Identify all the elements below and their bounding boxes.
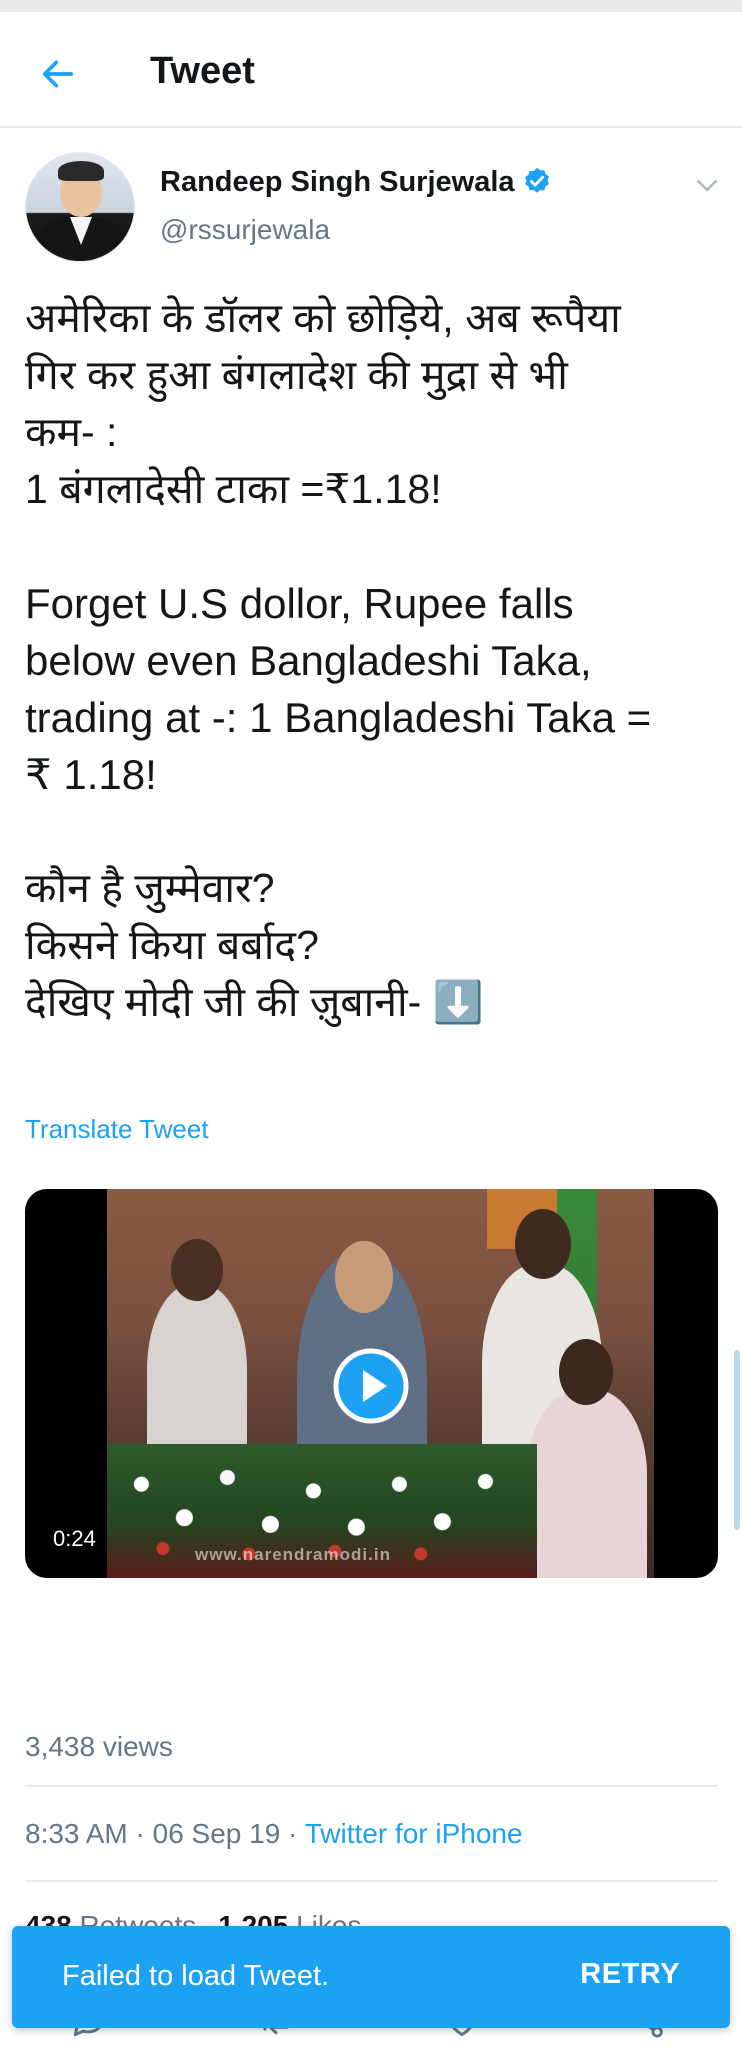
video-duration: 0:24 [43, 1522, 106, 1556]
tweet-text-line: देखिए मोदी जी की ज़ुबानी- ⬇️ [25, 979, 484, 1025]
tweet-text-line: below even Bangladeshi Taka, [25, 637, 592, 684]
separator-dot: · [135, 1818, 153, 1849]
tweet-text-line: ₹ 1.18! [25, 751, 157, 798]
tweet-source-link[interactable]: Twitter for iPhone [305, 1818, 523, 1849]
author-handle[interactable]: @rssurjewala [160, 214, 330, 246]
divider [25, 1785, 718, 1787]
video-player[interactable]: www.narendramodi.in 0:24 [25, 1189, 718, 1578]
page-title: Tweet [150, 50, 255, 92]
tweet-text-line: 1 बंगलादेसी टाका =₹1.18! [25, 466, 442, 512]
status-bar [0, 0, 742, 12]
top-app-bar: Tweet [0, 12, 742, 128]
person-shape [527, 1389, 647, 1578]
tweet-menu-button[interactable] [690, 170, 724, 200]
video-watermark: www.narendramodi.in [195, 1545, 391, 1564]
tweet-text-line: कम- : [25, 409, 118, 455]
tweet-timestamp: 8:33 AM · 06 Sep 19 · Twitter for iPhone [25, 1818, 523, 1850]
verified-badge-icon [525, 167, 549, 193]
tweet-text-line: Forget U.S dollor, Rupee falls [25, 580, 574, 627]
tweet-text-line: trading at -: 1 Bangladeshi Taka = [25, 694, 652, 741]
divider [25, 1880, 718, 1882]
back-button[interactable] [30, 46, 86, 102]
tweet-date: 06 Sep 19 [152, 1818, 281, 1849]
scrollbar-thumb[interactable] [734, 1350, 740, 1530]
person-head-shape [171, 1239, 223, 1301]
translate-tweet-link[interactable]: Translate Tweet [25, 1114, 209, 1145]
avatar[interactable] [25, 152, 135, 262]
avatar-hair-shape [58, 161, 104, 181]
error-snackbar: Failed to load Tweet. RETRY [12, 1926, 730, 2028]
retry-button[interactable]: RETRY [580, 1958, 680, 1991]
arrow-left-icon [42, 60, 74, 88]
tweet-text-line: अमेरिका के डॉलर को छोड़िये, अब रूपैया [25, 295, 621, 341]
speaker-head-shape [335, 1241, 393, 1313]
tweet-text-line: कौन है जुम्मेवार? [25, 865, 275, 911]
snackbar-message: Failed to load Tweet. [62, 1960, 330, 1992]
person-head-shape [515, 1209, 571, 1279]
tweet-text: अमेरिका के डॉलर को छोड़िये, अब रूपैया गि… [25, 290, 725, 1031]
view-count: 3,438 views [25, 1731, 173, 1762]
person-head-shape [559, 1339, 613, 1405]
play-icon [333, 1348, 409, 1424]
separator-dot: · [288, 1818, 305, 1849]
tweet-time: 8:33 AM [25, 1818, 128, 1849]
chevron-down-icon [697, 180, 717, 192]
play-button[interactable] [331, 1346, 411, 1426]
author-name[interactable]: Randeep Singh Surjewala [160, 166, 515, 199]
tweet-text-line: गिर कर हुआ बंगलादेश की मुद्रा से भी [25, 352, 568, 398]
tweet-text-line: किसने किया बर्बाद? [25, 922, 319, 968]
